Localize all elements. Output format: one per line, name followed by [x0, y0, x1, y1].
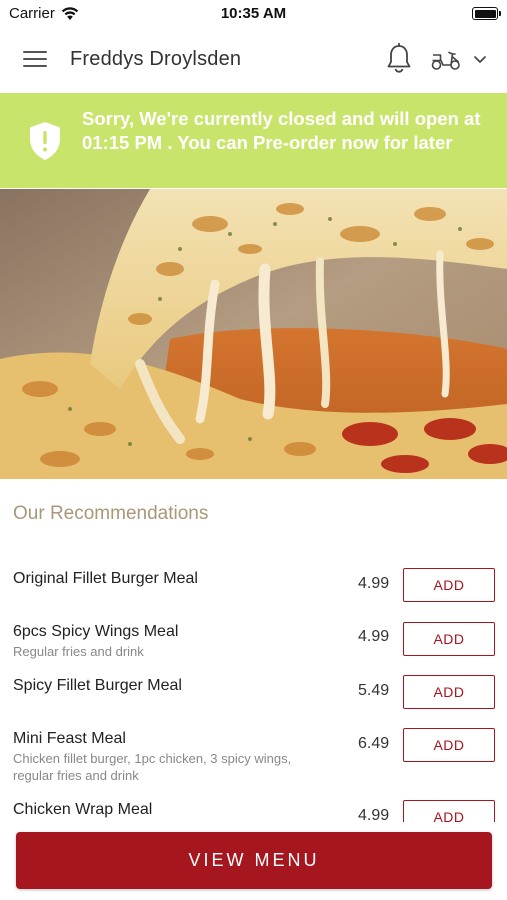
add-to-cart-button[interactable]: ADD: [403, 622, 495, 656]
item-price: 6.49: [358, 735, 390, 752]
item-name: Spicy Fillet Burger Meal: [13, 677, 182, 694]
moped-icon[interactable]: [430, 46, 462, 72]
item-description: Regular fries and drink: [13, 644, 144, 659]
item-price: 4.99: [358, 628, 390, 645]
add-to-cart-button[interactable]: ADD: [403, 728, 495, 762]
add-to-cart-button[interactable]: ADD: [403, 675, 495, 709]
recommendations-heading: Our Recommendations: [13, 503, 209, 524]
chevron-down-icon[interactable]: [472, 52, 488, 66]
hamburger-menu-icon[interactable]: [23, 51, 47, 69]
status-bar: Carrier 10:35 AM: [0, 0, 507, 28]
item-price: 4.99: [358, 575, 390, 592]
item-description: Chicken fillet burger, 1pc chicken, 3 sp…: [13, 751, 292, 783]
add-to-cart-button[interactable]: ADD: [403, 568, 495, 602]
closed-notice-banner: Sorry, We're currently closed and will o…: [0, 93, 507, 188]
clock: 10:35 AM: [220, 5, 287, 22]
item-name: Chicken Wrap Meal: [13, 801, 153, 818]
item-name: Original Fillet Burger Meal: [13, 570, 198, 587]
view-menu-button[interactable]: VIEW MENU: [16, 832, 492, 889]
item-name: Mini Feast Meal: [13, 730, 126, 747]
bell-icon[interactable]: [384, 42, 414, 76]
cheese-pizza-illustration: [0, 189, 507, 479]
battery-icon: [472, 7, 501, 20]
closed-notice-text: Sorry, We're currently closed and will o…: [82, 108, 481, 153]
shop-name: Freddys Droylsden: [70, 48, 242, 70]
app-header: Freddys Droylsden: [0, 28, 507, 92]
item-price: 5.49: [358, 682, 390, 699]
hero-pizza-image: [0, 189, 507, 479]
shield-alert-icon: [30, 122, 60, 160]
item-name: 6pcs Spicy Wings Meal: [13, 623, 179, 640]
